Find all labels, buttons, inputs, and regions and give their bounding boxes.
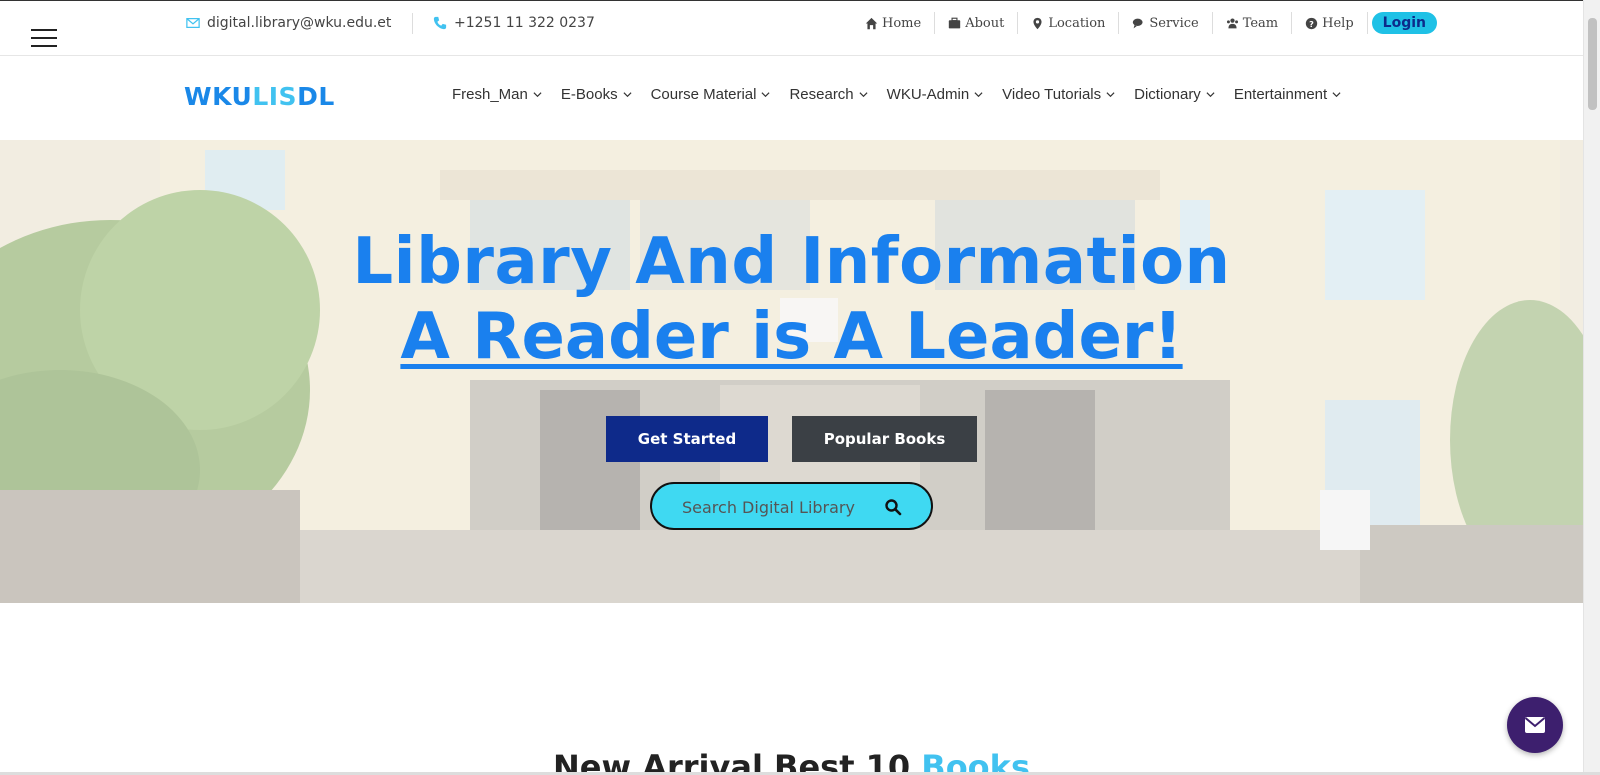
map-marker-icon — [1033, 17, 1042, 29]
top-nav: Home About Location Service Team ? Help … — [852, 11, 1437, 35]
logo-part-lis: LIS — [252, 82, 298, 111]
chevron-down-icon — [623, 92, 632, 98]
phone-icon — [433, 16, 447, 30]
popular-books-button[interactable]: Popular Books — [792, 416, 977, 462]
top-nav-location-label: Location — [1048, 15, 1106, 31]
search-icon[interactable] — [884, 498, 902, 516]
top-nav-help-label: Help — [1322, 15, 1354, 31]
nav-course-material[interactable]: Course Material — [651, 86, 771, 103]
nav-label: Video Tutorials — [1002, 86, 1102, 103]
nav-label: Research — [789, 86, 854, 103]
search-input[interactable] — [682, 495, 872, 519]
nav-e-books[interactable]: E-Books — [561, 86, 632, 103]
top-nav-about[interactable]: About — [935, 12, 1019, 34]
site-logo[interactable]: WKULISDL — [184, 82, 335, 111]
hero-title: Library And Information — [352, 225, 1231, 299]
section-title-main: New Arrival Best 10 — [553, 748, 922, 775]
top-nav-team-label: Team — [1242, 15, 1279, 31]
hamburger-menu-icon[interactable] — [31, 29, 57, 49]
chevron-down-icon — [974, 92, 983, 98]
nav-label: Course Material — [650, 86, 757, 103]
scrollbar-thumb[interactable] — [1588, 18, 1597, 110]
home-icon — [865, 17, 878, 29]
main-nav: Fresh_Man E-Books Course Material Resear… — [452, 86, 1360, 103]
top-nav-service-label: Service — [1149, 15, 1199, 31]
top-nav-home-label: Home — [882, 15, 922, 31]
nav-video-tutorials[interactable]: Video Tutorials — [1002, 86, 1115, 103]
top-nav-location[interactable]: Location — [1018, 12, 1120, 34]
top-nav-home[interactable]: Home — [852, 12, 936, 34]
nav-label: Entertainment — [1233, 86, 1328, 103]
nav-research[interactable]: Research — [789, 86, 868, 103]
logo-part-dl: DL — [297, 82, 335, 111]
search-bar — [650, 482, 933, 530]
nav-label: Fresh_Man — [452, 86, 528, 103]
nav-label: WKU-Admin — [886, 86, 970, 103]
svg-text:?: ? — [1309, 18, 1314, 28]
chevron-down-icon — [1106, 92, 1115, 98]
contact-email[interactable]: digital.library@wku.edu.et — [186, 13, 391, 33]
top-nav-about-label: About — [965, 15, 1005, 31]
users-icon — [1226, 18, 1238, 28]
nav-entertainment[interactable]: Entertainment — [1234, 86, 1341, 103]
nav-dictionary[interactable]: Dictionary — [1134, 86, 1215, 103]
login-button[interactable]: Login — [1371, 12, 1437, 34]
top-nav-service[interactable]: Service — [1119, 12, 1213, 34]
new-arrival-section-title: New Arrival Best 10 Books — [0, 748, 1583, 775]
envelope-icon — [186, 18, 200, 28]
logo-part-wku: WKU — [184, 82, 253, 111]
email-text: digital.library@wku.edu.et — [207, 15, 392, 31]
section-title-highlight: Books — [921, 748, 1030, 775]
page-scrollbar[interactable] — [1583, 0, 1600, 775]
comments-icon — [1133, 18, 1143, 28]
question-circle-icon: ? — [1305, 17, 1318, 29]
chevron-down-icon — [761, 92, 770, 98]
chevron-down-icon — [1206, 92, 1215, 98]
nav-label: E-Books — [560, 86, 618, 103]
chevron-down-icon — [1332, 92, 1341, 98]
top-bar: digital.library@wku.edu.et +1251 11 322 … — [0, 0, 1583, 56]
hero-section: Library And Information A Reader is A Le… — [0, 140, 1583, 603]
nav-fresh-man[interactable]: Fresh_Man — [452, 86, 542, 103]
hero-subtitle[interactable]: A Reader is A Leader! — [0, 300, 1583, 374]
divider — [412, 13, 413, 34]
top-nav-help[interactable]: ? Help — [1292, 12, 1368, 34]
phone-text: +1251 11 322 0237 — [454, 15, 595, 31]
nav-label: Dictionary — [1134, 86, 1201, 103]
nav-wku-admin[interactable]: WKU-Admin — [887, 86, 984, 103]
get-started-button[interactable]: Get Started — [606, 416, 768, 462]
chevron-down-icon — [859, 92, 868, 98]
top-nav-team[interactable]: Team — [1213, 12, 1293, 34]
contact-phone[interactable]: +1251 11 322 0237 — [433, 13, 595, 33]
chevron-down-icon — [533, 92, 542, 98]
main-header: WKULISDL Fresh_Man E-Books Course Materi… — [0, 56, 1583, 140]
briefcase-icon — [949, 17, 961, 28]
envelope-icon — [1524, 717, 1546, 733]
contact-mail-button[interactable] — [1507, 697, 1563, 753]
